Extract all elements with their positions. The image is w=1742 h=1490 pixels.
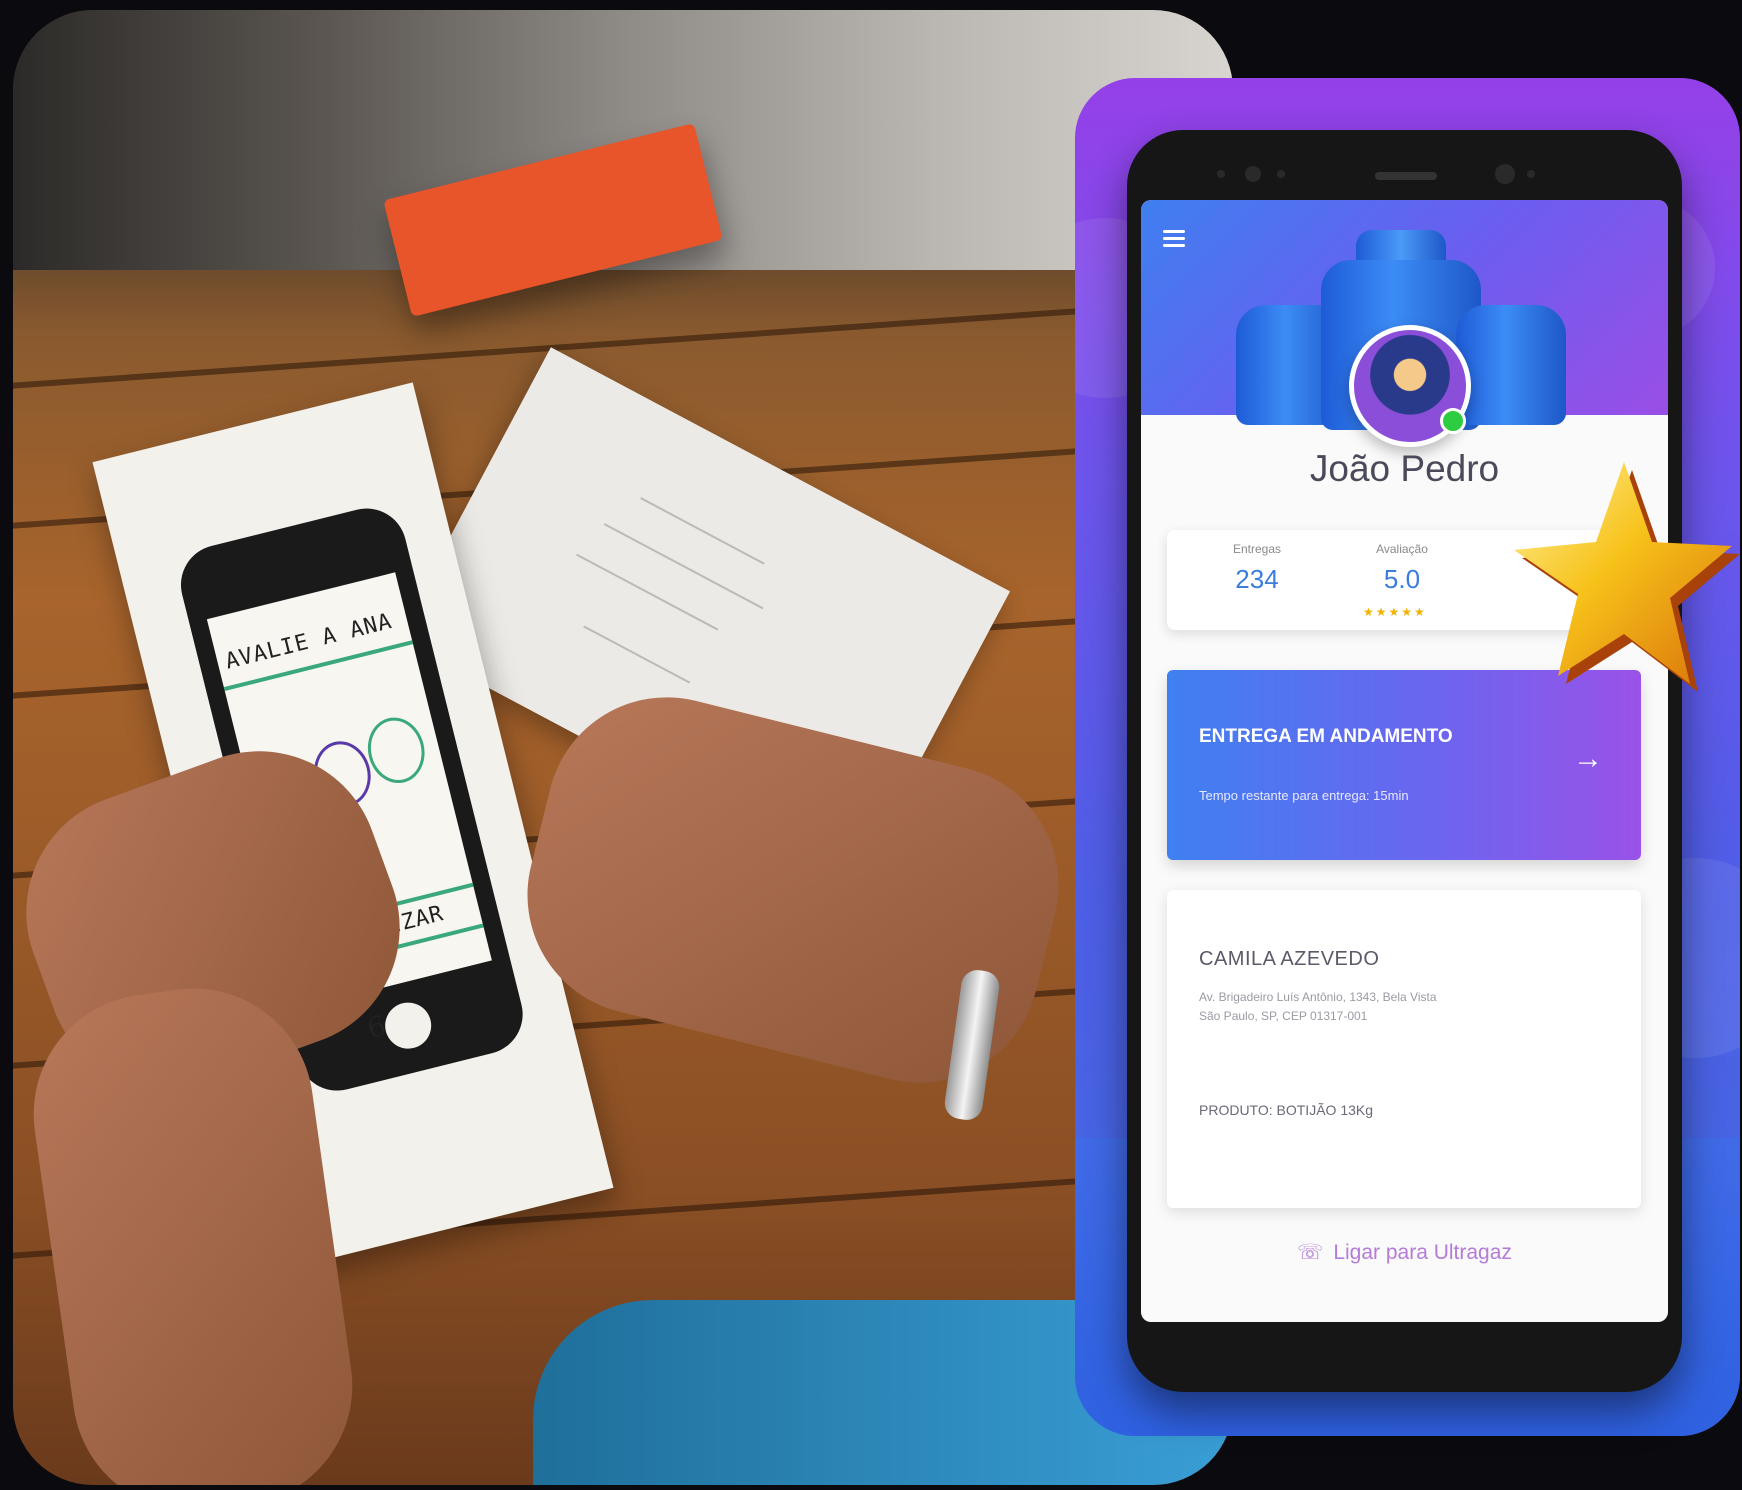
speaker-grill: [1375, 172, 1437, 180]
photo-paper-prototype: AVALIE A ANA FINALIZAR 6: [13, 10, 1233, 1485]
smartphone-frame: João Pedro Entregas 234 Avaliação 5.0 ★★…: [1127, 130, 1682, 1392]
address-line: Av. Brigadeiro Luís Antônio, 1343, Bela …: [1199, 990, 1437, 1004]
client-name: CAMILA AZEVEDO: [1199, 948, 1380, 970]
call-ultragaz-button[interactable]: ☏ Ligar para Ultragaz: [1141, 1240, 1668, 1265]
stat-value: 234: [1235, 564, 1279, 594]
product-label: PRODUTO: BOTIJÃO 13Kg: [1199, 1102, 1374, 1118]
client-address: Av. Brigadeiro Luís Antônio, 1343, Bela …: [1199, 988, 1437, 1026]
stat-rating: Avaliação 5.0: [1342, 542, 1462, 595]
rating-stars-icon: ★★★★★: [1363, 605, 1427, 619]
delivery-title: ENTREGA EM ANDAMENTO: [1199, 726, 1453, 747]
delivery-time-remaining: Tempo restante para entrega: 15min: [1199, 788, 1409, 803]
stat-value: 5.0: [1383, 564, 1421, 594]
stat-label: Entregas: [1232, 542, 1282, 556]
table-plank-line: [13, 297, 1233, 389]
avatar[interactable]: [1349, 325, 1471, 447]
hamburger-menu-icon[interactable]: [1163, 230, 1189, 250]
sketch-home-button: [380, 997, 437, 1054]
app-screen: João Pedro Entregas 234 Avaliação 5.0 ★★…: [1141, 200, 1668, 1322]
order-details-card: CAMILA AZEVEDO Av. Brigadeiro Luís Antôn…: [1167, 890, 1641, 1208]
stat-label: Avaliação: [1376, 542, 1428, 556]
phone-icon: ☏: [1297, 1241, 1324, 1264]
right-hand: [502, 671, 1084, 1109]
address-line: São Paulo, SP, CEP 01317-001: [1199, 1009, 1368, 1023]
online-status-icon: [1440, 408, 1466, 434]
gold-star-icon: [1514, 462, 1740, 692]
arrow-right-icon[interactable]: →: [1573, 742, 1603, 776]
gas-tank-icon: [1456, 305, 1566, 425]
stat-deliveries: Entregas 234: [1197, 542, 1317, 595]
happy-face-icon: [361, 711, 432, 790]
call-button-label: Ligar para Ultragaz: [1333, 1241, 1512, 1264]
phone-top-bar: [1127, 130, 1682, 200]
